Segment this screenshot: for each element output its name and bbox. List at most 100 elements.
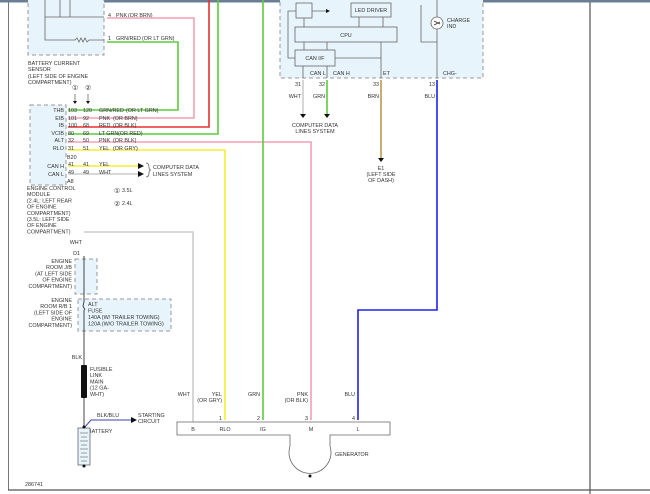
wire-label: WHT [99,170,112,176]
meter-terminal: CAN L [310,71,326,77]
jb-label: ENGINE [51,259,72,265]
generator-terminal: B [191,427,195,433]
pin-num: 68 [83,123,89,129]
connector-d1: D1 [73,251,80,257]
brace-icon [145,162,152,178]
jb-label: COMPARTMENT) [28,284,72,290]
ground-icon [378,158,384,162]
ecm-label: (2.4L: LEFT REAR [27,198,72,204]
ecm-terminal: CAN L [48,172,64,178]
pin-num: 1 [108,36,111,42]
wire-pnk-alt [68,141,312,420]
charge-indicator-icon [430,16,444,30]
wire-label: BLU [425,94,436,100]
pin-num: 32 [68,138,74,144]
wire-label: YEL [99,146,109,152]
pin-num: 120 [83,108,92,114]
diagram-id: 286741 [25,482,43,488]
wire-label: PNK [99,138,110,144]
battery-label: BATTERY [88,429,113,435]
wire-label: GRN/RED [116,36,141,42]
wire-label: GRN/RED [99,108,124,114]
fuse-label: 120A (W/O TRAILER TOWING) [88,322,164,328]
pin-num: 103 [68,108,77,114]
wire-alt: (OR GRY) [197,398,222,404]
connector-b20: B20 [67,155,77,161]
wire-alt: (OR BRN) [113,116,138,122]
wire-alt: (OR BLK) [113,138,137,144]
pin-num: 80 [68,131,74,137]
wire-label: RED [99,123,110,129]
pin-num: 49 [83,170,89,176]
wire-label: BLK [72,355,83,361]
generator-label: GENERATOR [335,452,369,458]
meter-terminal: CHG- [443,71,457,77]
fusible-label: LINK [90,373,102,379]
wire-label: WHT [178,392,191,398]
pin-num: 41 [83,162,89,168]
pin-num: 32 [319,82,325,88]
wire-label: BLK/BLU [97,413,119,419]
wire-alt: (OR BLK) [113,123,137,129]
legend-3-5l: 3.5L [122,188,133,194]
fusible-label: (12 GA- [90,386,109,392]
pin-num: 51 [83,146,89,152]
legend-2-4l: 2.4L [122,201,133,207]
sensor-label-2: SENSOR [28,67,51,73]
rb-label: ROOM R/B 1 [40,304,72,310]
ecm-terminal: IB [59,123,64,129]
pin-num: 92 [83,116,89,122]
can-dest-1: COMPUTER DATA [153,165,199,171]
fusible-link-icon [81,365,87,398]
ecm-label: (3.5L: LEFT SIDE [27,217,70,223]
jb-label: ROOM J/B [46,265,72,271]
fusible-label: MAIN [90,379,104,385]
start-dest: CIRCUIT [138,419,161,425]
wire-label: BLU [345,392,356,398]
wire-label: PNK [99,116,110,122]
power-feed: WHT D1 ENGINEROOM J/B(AT LEFT SIDEOF ENG… [28,240,172,468]
pin-num: 2 [257,416,260,422]
battery-icon [77,427,91,466]
wire-label: BRN [368,94,379,100]
ecm-label: COMPARTMENT) [27,211,71,217]
wire-label: GRN [313,94,325,100]
circle-2-icon: ② [85,84,91,92]
arrow-icon [138,163,144,177]
engine-control-module: THB 103 120 GRN/RED (OR LT GRN)EIB 101 92 PNK (O… [27,104,199,235]
ecm-terminal: CAN H [47,164,64,170]
ecm-terminal: THB [53,108,64,114]
wire-blk-blu [83,419,131,429]
wiring-diagram: BATTERY CURRENT SENSOR (LEFT SIDE OF ENG… [0,0,650,494]
wire-alt: (OR RED) [118,131,143,137]
rb-label: COMPARTMENT) [28,323,72,329]
pin-num: 50 [83,138,89,144]
ecm-label: OF ENGINE [27,223,57,229]
pin-num: 3 [305,416,308,422]
can-if: CAN I/F [305,56,325,62]
ecm-label: COMPARTMENT) [27,229,71,235]
connector-a8: A8 [67,179,74,185]
can-dest-2: LINES SYSTEM [295,129,335,135]
ecm-terminal: RLO [53,146,64,152]
wire-label: WHT [289,94,302,100]
rb-label: ENGINE [51,298,72,304]
arrow-icon [131,417,137,423]
pin-num: 1 [219,416,222,422]
rb-label: ENGINE [51,317,72,323]
ecm-terminal: EIB [55,116,64,122]
battery-current-sensor: BATTERY CURRENT SENSOR (LEFT SIDE OF ENG… [27,0,175,86]
ground-label: OF DASH) [368,178,394,184]
jb-label: OF ENGINE [42,278,72,284]
pin-num: 4 [352,416,355,422]
pin-num: 33 [373,82,379,88]
meter-terminal: ET [383,71,391,77]
cpu: CPU [340,33,351,39]
pin-num: 41 [68,162,74,168]
generator-terminal: IG [260,427,266,433]
wire-blu-13 [357,80,438,420]
pin-num: 69 [83,131,89,137]
wire-alt: (OR LT GRN) [142,36,175,42]
circle-2-icon: ② [114,200,120,208]
fuse-label: ALT [88,302,98,308]
